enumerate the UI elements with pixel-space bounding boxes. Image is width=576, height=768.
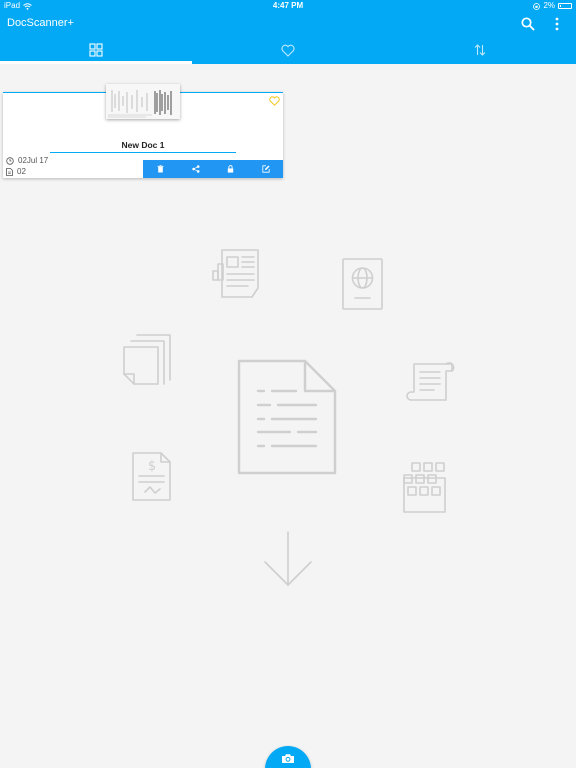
- document-card[interactable]: New Doc 1 02Jul 17 02: [3, 84, 283, 178]
- calendar-document-icon: [403, 462, 446, 513]
- scroll-document-icon: [406, 362, 455, 401]
- document-name[interactable]: New Doc 1: [3, 140, 283, 150]
- delete-button[interactable]: [143, 160, 178, 178]
- edit-icon: [261, 165, 270, 173]
- lock-button[interactable]: [213, 160, 248, 178]
- lock-icon: [227, 165, 234, 173]
- document-thumbnail[interactable]: [106, 84, 180, 119]
- battery-icon: [558, 3, 572, 9]
- document-pages-row: 02: [6, 167, 26, 176]
- sort-icon: [474, 44, 486, 56]
- more-vert-icon[interactable]: [551, 16, 563, 32]
- tab-sort[interactable]: [384, 36, 576, 64]
- stacked-pages-icon: [123, 334, 171, 385]
- grid-icon: [89, 43, 103, 57]
- tab-bar: [0, 36, 576, 64]
- camera-icon: [282, 754, 294, 763]
- app-bar: DocScanner+: [0, 12, 576, 36]
- passport-icon: [342, 258, 383, 310]
- share-button[interactable]: [178, 160, 213, 178]
- invoice-document-icon: $: [132, 452, 171, 501]
- svg-text:$: $: [148, 459, 156, 474]
- tab-favorites[interactable]: [192, 36, 384, 64]
- status-time: 4:47 PM: [272, 1, 304, 10]
- down-arrow-icon: [264, 531, 312, 586]
- page-count-icon: [6, 167, 13, 176]
- share-icon: [191, 165, 199, 173]
- battery-percent: 2%: [543, 1, 555, 10]
- edit-button[interactable]: [248, 160, 283, 178]
- receipt-thumbnail-image: [106, 84, 180, 119]
- tab-grid[interactable]: [0, 36, 192, 64]
- tab-indicator: [0, 61, 192, 64]
- document-page-count: 02: [17, 167, 26, 176]
- trash-icon: [157, 165, 164, 173]
- orientation-lock-icon: [533, 2, 541, 10]
- document-name-underline: [50, 152, 236, 153]
- empty-state-illustration: $: [123, 249, 455, 586]
- scan-camera-button[interactable]: [265, 746, 311, 768]
- favorite-heart-icon[interactable]: [269, 96, 280, 106]
- main-document-icon: [237, 359, 337, 475]
- search-icon[interactable]: [520, 16, 536, 32]
- document-date: 02Jul 17: [18, 156, 49, 165]
- clock-icon: [6, 156, 14, 165]
- app-title: DocScanner+: [7, 17, 74, 29]
- status-bar: iPad 4:47 PM 2%: [0, 0, 576, 12]
- document-action-bar: [143, 160, 283, 178]
- document-date-row: 02Jul 17: [6, 156, 48, 165]
- report-document-icon: [212, 249, 259, 298]
- heart-icon: [281, 44, 295, 57]
